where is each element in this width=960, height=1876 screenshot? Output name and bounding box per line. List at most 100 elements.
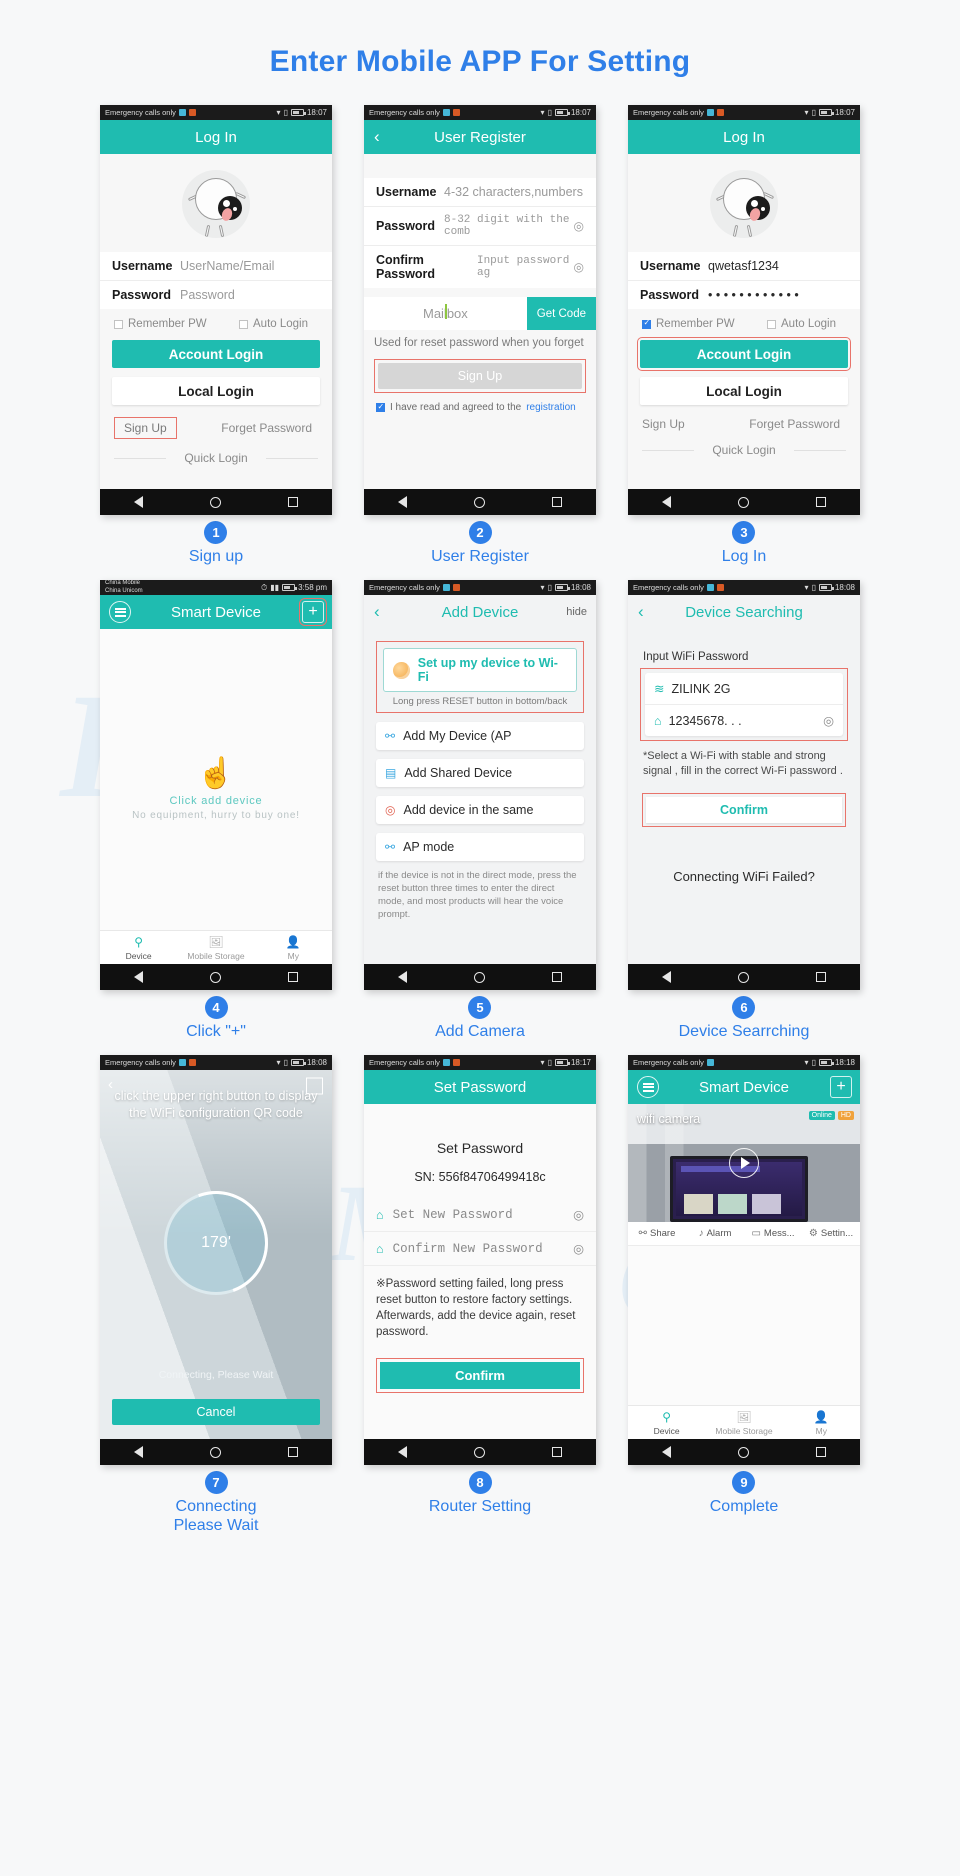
status-time: 18:08 [306,1058,327,1067]
nav-back-icon[interactable] [661,1446,671,1458]
option-label: Add Shared Device [404,766,513,780]
nav-home-icon[interactable] [473,971,485,983]
eye-icon[interactable]: ◎ [573,1207,584,1222]
setup-device-wifi-button[interactable]: Set up my device to Wi-Fi [383,648,577,692]
password-field[interactable]: Password • • • • • • • • • • • • [628,281,860,309]
forget-password-link[interactable]: Forget Password [749,417,840,431]
username-field[interactable]: Username qwetasf1234 [628,252,860,281]
nav-home-icon[interactable] [737,1446,749,1458]
settings-button[interactable]: ⚙ Settin... [802,1222,860,1245]
camera-preview[interactable]: wifi camera Online HD [628,1104,860,1222]
message-button[interactable]: ▭ Mess... [744,1222,802,1245]
mailbox-input[interactable]: Mailbox [364,297,527,330]
confirm-button[interactable]: Confirm [380,1362,580,1389]
username-field[interactable]: Username UserName/Email [100,252,332,281]
share-button[interactable]: ⚯ Share [628,1222,686,1245]
nav-back-icon[interactable] [397,496,407,508]
nav-back-icon[interactable] [397,971,407,983]
confirm-password-field[interactable]: Confirm Password Input password ag ◎ [364,246,596,288]
nav-recent-icon[interactable] [288,972,299,982]
local-login-button[interactable]: Local Login [640,377,848,405]
nav-back-icon[interactable] [133,1446,143,1458]
account-login-button[interactable]: Account Login [112,340,320,368]
add-shared-device-button[interactable]: ▤ Add Shared Device [376,759,584,787]
nav-back-icon[interactable] [661,496,671,508]
sign-up-link[interactable]: Sign Up [114,417,177,439]
back-icon[interactable]: ‹ [374,602,380,622]
android-nav-bar [628,489,860,515]
remember-pw-checkbox[interactable]: Remember PW [114,318,207,330]
wifi-password-row[interactable]: ⌂ 12345678. . . ◎ [645,704,843,736]
add-device-same-button[interactable]: ◎ Add device in the same [376,796,584,824]
empty-secondary-text: No equipment, hurry to buy one! [132,810,300,821]
account-login-button[interactable]: Account Login [637,337,851,371]
quick-login-label[interactable]: Quick Login [114,451,318,465]
sign-up-button[interactable]: Sign Up [378,363,582,389]
back-icon[interactable]: ‹ [638,602,644,622]
registration-link[interactable]: registration [526,402,575,413]
password-field[interactable]: Password Password [100,281,332,309]
connecting-failed-link[interactable]: Connecting WiFi Failed? [640,869,848,884]
nav-home-icon[interactable] [737,971,749,983]
alarm-button[interactable]: ♪ Alarm [686,1222,744,1245]
wifi-icon: ▾ [540,1058,545,1067]
wifi-ssid-row[interactable]: ≋ ZILINK 2G [645,673,843,704]
play-icon[interactable] [729,1148,759,1178]
eye-icon[interactable]: ◎ [574,219,584,233]
new-password-field[interactable]: ⌂ Set New Password ◎ [364,1198,596,1232]
nav-recent-icon[interactable] [552,1447,563,1457]
nav-home-icon[interactable] [209,496,221,508]
remember-pw-checkbox[interactable]: Remember PW [642,318,735,330]
confirm-new-password-field[interactable]: ⌂ Confirm New Password ◎ [364,1232,596,1266]
setup-device-sub: Long press RESET button in bottom/back [392,696,568,707]
nav-home-icon[interactable] [737,496,749,508]
nav-back-icon[interactable] [397,1446,407,1458]
tab-device[interactable]: ⚲ Device [628,1406,705,1439]
nav-recent-icon[interactable] [816,1447,827,1457]
quick-login-label[interactable]: Quick Login [642,443,846,457]
ap-mode-button[interactable]: ⚯ AP mode [376,833,584,861]
nav-recent-icon[interactable] [552,972,563,982]
local-login-button[interactable]: Local Login [112,377,320,405]
hide-button[interactable]: hide [566,606,587,618]
nav-home-icon[interactable] [473,1446,485,1458]
username-field[interactable]: Username 4-32 characters,numbers [364,178,596,207]
confirm-button[interactable]: Confirm [646,797,842,823]
menu-icon[interactable] [109,601,131,623]
menu-icon[interactable] [637,1076,659,1098]
tab-my[interactable]: 👤 My [783,1406,860,1439]
tab-device[interactable]: ⚲ Device [100,931,177,964]
nav-recent-icon[interactable] [552,497,563,507]
add-device-button[interactable]: + [830,1076,852,1098]
eye-icon[interactable]: ◎ [823,713,834,728]
nav-recent-icon[interactable] [288,497,299,507]
auto-login-checkbox[interactable]: Auto Login [767,318,836,330]
add-my-device-button[interactable]: ⚯ Add My Device (AP [376,722,584,750]
nav-back-icon[interactable] [133,971,143,983]
step-number: 8 [468,1471,492,1494]
nav-back-icon[interactable] [133,496,143,508]
auto-login-checkbox[interactable]: Auto Login [239,318,308,330]
password-field[interactable]: Password 8-32 digit with the comb ◎ [364,207,596,246]
get-code-button[interactable]: Get Code [526,297,596,330]
nav-home-icon[interactable] [209,971,221,983]
tab-mobile-storage[interactable]: 🖼 Mobile Storage [177,931,254,964]
sign-up-link[interactable]: Sign Up [642,417,685,431]
nav-recent-icon[interactable] [816,497,827,507]
agreement-checkbox[interactable] [376,402,385,412]
nav-back-icon[interactable] [661,971,671,983]
eye-icon[interactable]: ◎ [573,1241,584,1256]
sim-icon: ▯ [547,1058,552,1067]
nav-recent-icon[interactable] [816,972,827,982]
tab-mobile-storage[interactable]: 🖼 Mobile Storage [705,1406,782,1439]
cancel-button[interactable]: Cancel [112,1399,320,1425]
eye-icon[interactable]: ◎ [574,260,584,274]
nav-home-icon[interactable] [209,1446,221,1458]
forget-password-link[interactable]: Forget Password [221,421,312,435]
nav-recent-icon[interactable] [288,1447,299,1457]
add-device-button[interactable]: + [299,598,327,626]
back-icon[interactable]: ‹ [374,127,380,147]
lock-icon: ⌂ [654,713,662,728]
nav-home-icon[interactable] [473,496,485,508]
tab-my[interactable]: 👤 My [255,931,332,964]
